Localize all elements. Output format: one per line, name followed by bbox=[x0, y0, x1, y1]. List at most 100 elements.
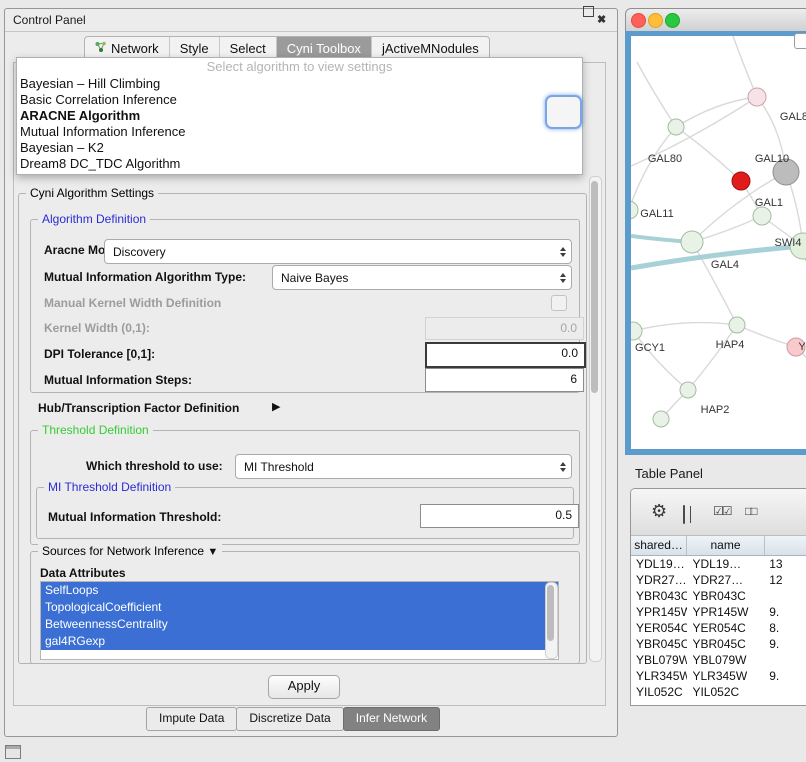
control-panel-title: Control Panel bbox=[13, 13, 86, 27]
network-node-label: GCY1 bbox=[635, 342, 665, 354]
mi-algorithm-type-select[interactable]: Naive Bayes bbox=[272, 265, 572, 290]
attribute-list-item[interactable]: BetweennessCentrality bbox=[41, 616, 558, 633]
attribute-list-item[interactable]: gal4RGexp bbox=[41, 633, 558, 650]
network-node-red[interactable] bbox=[732, 172, 750, 190]
network-node-bottom-green[interactable] bbox=[653, 411, 669, 427]
combo-stepper-icon bbox=[555, 273, 571, 283]
algorithm-option[interactable]: ARACNE Algorithm bbox=[17, 108, 582, 124]
network-node-label: SWI4 bbox=[775, 237, 802, 249]
network-node-hap4[interactable] bbox=[729, 317, 745, 333]
table-cell: YDL19… bbox=[631, 556, 687, 572]
network-edge[interactable] bbox=[688, 325, 737, 390]
table-row[interactable]: YPR145WYPR145W9. bbox=[631, 604, 806, 620]
checked-pair-icon[interactable]: ☑☑ bbox=[713, 504, 731, 518]
tab-label: Cyni Toolbox bbox=[287, 41, 361, 56]
which-threshold-label: Which threshold to use: bbox=[86, 459, 223, 473]
mi-threshold-group-title: MI Threshold Definition bbox=[44, 480, 175, 494]
minimize-traffic-light-icon[interactable] bbox=[648, 13, 663, 28]
hub-definition-label[interactable]: Hub/Transcription Factor Definition bbox=[38, 401, 239, 415]
bottom-tab-infer-network[interactable]: Infer Network bbox=[343, 707, 440, 731]
network-edge[interactable] bbox=[633, 323, 737, 331]
unchecked-pair-icon[interactable]: □□ bbox=[745, 504, 756, 518]
network-node-gal4[interactable] bbox=[681, 231, 703, 253]
network-node-gal1[interactable] bbox=[753, 207, 771, 225]
settings-gear-icon[interactable]: ⚙ bbox=[651, 501, 667, 522]
network-node-gcy1[interactable] bbox=[631, 322, 642, 340]
network-node-pink-top[interactable] bbox=[748, 88, 766, 106]
settings-scrollbar-thumb[interactable] bbox=[591, 181, 598, 393]
attributes-list-scrollbar-thumb[interactable] bbox=[547, 585, 554, 641]
network-node-hap2[interactable] bbox=[680, 382, 696, 398]
algorithm-option[interactable]: Dream8 DC_TDC Algorithm bbox=[17, 156, 582, 172]
settings-scrollbar[interactable] bbox=[589, 176, 602, 662]
which-threshold-value: MI Threshold bbox=[236, 460, 555, 474]
apply-button[interactable]: Apply bbox=[268, 675, 340, 699]
table-cell: YBL079W bbox=[631, 652, 687, 668]
combo-stepper-icon bbox=[555, 462, 571, 472]
manual-kernel-width-checkbox[interactable] bbox=[551, 295, 567, 311]
table-column-header[interactable] bbox=[765, 536, 806, 555]
network-edge[interactable] bbox=[733, 36, 757, 97]
algorithm-option[interactable]: Basic Correlation Inference bbox=[17, 92, 582, 108]
algorithm-combobox-focus-fragment[interactable] bbox=[545, 95, 582, 129]
column-layout-icon[interactable] bbox=[683, 505, 685, 524]
algorithm-dropdown-prompt: Select algorithm to view settings bbox=[17, 58, 582, 76]
expand-right-icon[interactable]: ▶ bbox=[272, 400, 280, 413]
algorithm-option[interactable]: Mutual Information Inference bbox=[17, 124, 582, 140]
close-traffic-light-icon[interactable] bbox=[631, 13, 646, 28]
control-panel-titlebar[interactable]: Control Panel bbox=[5, 9, 617, 32]
close-icon[interactable]: ✖ bbox=[597, 13, 606, 26]
network-node-gal11[interactable] bbox=[631, 201, 638, 219]
dpi-tolerance-field[interactable]: 0.0 bbox=[425, 342, 586, 368]
aracne-mode-select[interactable]: Discovery bbox=[104, 239, 572, 264]
table-panel-toolbar: ⚙ ☑☑ □□ bbox=[631, 489, 806, 536]
table-row[interactable]: YBR043CYBR043C bbox=[631, 588, 806, 604]
network-tool-fragment[interactable] bbox=[794, 33, 806, 49]
table-cell: 13 bbox=[764, 556, 806, 572]
table-cell: YLR345W bbox=[631, 668, 687, 684]
table-row[interactable]: YDR27…YDR27…12 bbox=[631, 572, 806, 588]
network-node-label: GAL4 bbox=[711, 259, 739, 271]
table-row[interactable]: YBL079WYBL079W bbox=[631, 652, 806, 668]
network-node-label: GAL1 bbox=[755, 197, 783, 209]
table-row[interactable]: YIL052CYIL052C bbox=[631, 684, 806, 700]
panel-dock-icon[interactable] bbox=[5, 745, 21, 759]
bottom-tab-discretize-data[interactable]: Discretize Data bbox=[236, 707, 343, 731]
kernel-width-field[interactable]: 0.0 bbox=[425, 317, 584, 340]
network-edge[interactable] bbox=[676, 127, 741, 181]
attribute-list-item[interactable]: SelfLoops bbox=[41, 582, 558, 599]
algorithm-option[interactable]: Bayesian – K2 bbox=[17, 140, 582, 156]
tab-label: Network bbox=[111, 41, 159, 56]
table-cell bbox=[764, 652, 806, 668]
bottom-tab-impute-data[interactable]: Impute Data bbox=[146, 707, 237, 731]
table-column-header[interactable]: name bbox=[687, 536, 765, 555]
network-edge[interactable] bbox=[631, 127, 676, 210]
network-node-green-a[interactable] bbox=[668, 119, 684, 135]
table-cell: YBL079W bbox=[687, 652, 764, 668]
network-node-label: HAP2 bbox=[701, 404, 730, 416]
attributes-list-scrollbar[interactable] bbox=[545, 582, 558, 659]
table-cell: YIL052C bbox=[631, 684, 687, 700]
algorithm-option[interactable]: Bayesian – Hill Climbing bbox=[17, 76, 582, 92]
network-node-label: GAL10 bbox=[755, 153, 789, 165]
table-row[interactable]: YLR345WYLR345W9. bbox=[631, 668, 806, 684]
table-column-header[interactable]: shared… bbox=[631, 536, 687, 555]
mi-steps-field[interactable]: 6 bbox=[425, 368, 584, 392]
mi-threshold-field[interactable]: 0.5 bbox=[420, 504, 579, 528]
table-row[interactable]: YDL19…YDL19…13 bbox=[631, 556, 806, 572]
float-window-icon[interactable] bbox=[583, 6, 594, 17]
table-row[interactable]: YBR045CYBR045C9. bbox=[631, 636, 806, 652]
network-node-label: GAL80 bbox=[648, 153, 682, 165]
sources-title-row[interactable]: Sources for Network Inference ▼ bbox=[38, 544, 222, 558]
data-attributes-list[interactable]: SelfLoopsTopologicalCoefficientBetweenne… bbox=[40, 581, 559, 660]
zoom-traffic-light-icon[interactable] bbox=[665, 13, 680, 28]
collapse-down-icon[interactable]: ▼ bbox=[207, 546, 218, 558]
aracne-mode-value: Discovery bbox=[105, 245, 555, 259]
network-canvas[interactable]: GAL8GAL80GAL10GAL11GAL1SWI4GAL4GCY1HAP4Y… bbox=[631, 36, 806, 449]
table-row[interactable]: YER054CYER054C8. bbox=[631, 620, 806, 636]
attribute-list-item[interactable]: TopologicalCoefficient bbox=[41, 599, 558, 616]
network-edge[interactable] bbox=[637, 62, 676, 127]
which-threshold-select[interactable]: MI Threshold bbox=[235, 454, 572, 479]
network-edge[interactable] bbox=[633, 331, 688, 390]
mi-algorithm-type-value: Naive Bayes bbox=[273, 271, 555, 285]
